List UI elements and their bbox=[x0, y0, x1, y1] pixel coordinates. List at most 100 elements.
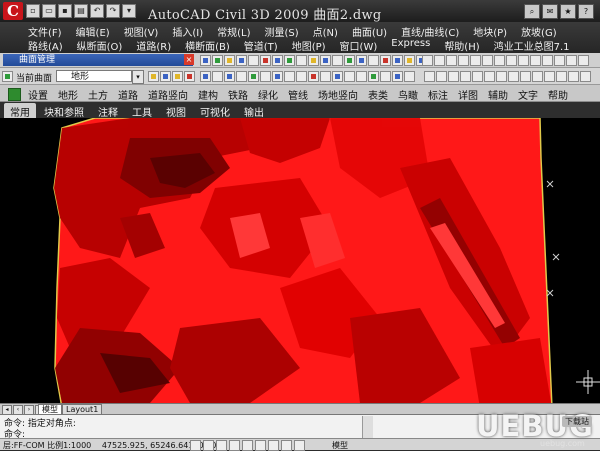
snap-icon[interactable] bbox=[436, 71, 447, 82]
civil-menu-icon[interactable] bbox=[8, 88, 21, 101]
dyn-toggle-icon[interactable] bbox=[281, 440, 292, 451]
civil-menu-tables[interactable]: 表类 bbox=[368, 87, 388, 102]
civil-menu-road-vertical[interactable]: 道路竖向 bbox=[148, 87, 188, 102]
snap-icon[interactable] bbox=[508, 71, 519, 82]
save-icon[interactable]: ▪ bbox=[58, 4, 72, 18]
toolbar-icon[interactable] bbox=[248, 55, 259, 66]
break-icon[interactable] bbox=[332, 71, 343, 82]
civil-menu-text[interactable]: 文字 bbox=[518, 87, 538, 102]
block-icon[interactable] bbox=[506, 55, 517, 66]
menu-alignments[interactable]: 路线(A) bbox=[28, 38, 63, 53]
scale-icon[interactable] bbox=[284, 71, 295, 82]
open-icon[interactable]: ▭ bbox=[42, 4, 56, 18]
circle-icon[interactable] bbox=[470, 55, 481, 66]
rectangle-icon[interactable] bbox=[446, 55, 457, 66]
app-logo[interactable]: C bbox=[3, 2, 23, 20]
close-icon[interactable]: × bbox=[184, 54, 194, 65]
menu-hongye[interactable]: 鸿业工业总图7.1 bbox=[494, 38, 570, 53]
otrack-toggle-icon[interactable] bbox=[255, 440, 266, 451]
layer-icon[interactable] bbox=[172, 71, 183, 82]
menu-file[interactable]: 文件(F) bbox=[28, 24, 62, 39]
toolbar-icon[interactable] bbox=[284, 55, 295, 66]
toolbar-icon[interactable] bbox=[272, 55, 283, 66]
undo-icon[interactable]: ↶ bbox=[90, 4, 104, 18]
civil-menu-site-vertical[interactable]: 场地竖向 bbox=[318, 87, 358, 102]
menu-sections[interactable]: 横断面(B) bbox=[185, 38, 230, 53]
move-icon[interactable] bbox=[260, 71, 271, 82]
layer-icon[interactable] bbox=[184, 71, 195, 82]
snap-icon[interactable] bbox=[568, 71, 579, 82]
menu-pipes[interactable]: 管道(T) bbox=[244, 38, 278, 53]
fillet-icon[interactable] bbox=[368, 71, 379, 82]
toolbar-icon[interactable] bbox=[260, 55, 271, 66]
menu-express[interactable]: Express bbox=[391, 38, 430, 53]
civil-menu-railway[interactable]: 铁路 bbox=[228, 87, 248, 102]
command-scrollbar[interactable] bbox=[362, 416, 373, 438]
star-icon[interactable]: ★ bbox=[560, 4, 576, 19]
toolbar-icon[interactable] bbox=[332, 55, 343, 66]
menu-survey[interactable]: 测量(S) bbox=[264, 24, 298, 39]
snap-icon[interactable] bbox=[448, 71, 459, 82]
toolbar-icon[interactable] bbox=[368, 55, 379, 66]
civil-menu-pipelines[interactable]: 管线 bbox=[288, 87, 308, 102]
menu-window[interactable]: 窗口(W) bbox=[340, 38, 378, 53]
layer-icon[interactable] bbox=[148, 71, 159, 82]
toolbar-icon[interactable] bbox=[224, 55, 235, 66]
civil-menu-annotation[interactable]: 标注 bbox=[428, 87, 448, 102]
ellipse-icon[interactable] bbox=[494, 55, 505, 66]
drawing-canvas[interactable] bbox=[0, 118, 600, 403]
toolbar-icon[interactable] bbox=[404, 55, 415, 66]
offset-icon[interactable] bbox=[236, 71, 247, 82]
comm-icon[interactable]: ✉ bbox=[542, 4, 558, 19]
ducs-toggle-icon[interactable] bbox=[268, 440, 279, 451]
text-icon[interactable] bbox=[554, 55, 565, 66]
stretch-icon[interactable] bbox=[296, 71, 307, 82]
toolbar-icon[interactable] bbox=[200, 55, 211, 66]
toolbar-icon[interactable] bbox=[212, 55, 223, 66]
civil-menu-terrain[interactable]: 地形 bbox=[58, 87, 78, 102]
snap-icon[interactable] bbox=[472, 71, 483, 82]
menu-corridors[interactable]: 道路(R) bbox=[136, 38, 171, 53]
civil-menu-road[interactable]: 道路 bbox=[118, 87, 138, 102]
line-icon[interactable] bbox=[422, 55, 433, 66]
arc-icon[interactable] bbox=[458, 55, 469, 66]
redo-icon[interactable]: ↷ bbox=[106, 4, 120, 18]
osnap-toggle-icon[interactable] bbox=[242, 440, 253, 451]
snap-icon[interactable] bbox=[532, 71, 543, 82]
civil-menu-detail[interactable]: 详图 bbox=[458, 87, 478, 102]
menu-help[interactable]: 帮助(H) bbox=[444, 38, 479, 53]
menu-surfaces[interactable]: 曲面(U) bbox=[352, 24, 387, 39]
civil-menu-greening[interactable]: 绿化 bbox=[258, 87, 278, 102]
snap-icon[interactable] bbox=[460, 71, 471, 82]
surface-toggle-icon[interactable] bbox=[2, 71, 13, 82]
snap-icon[interactable] bbox=[484, 71, 495, 82]
spline-icon[interactable] bbox=[482, 55, 493, 66]
trim-icon[interactable] bbox=[308, 71, 319, 82]
civil-menu-aerial[interactable]: 鸟瞰 bbox=[398, 87, 418, 102]
menu-grading[interactable]: 放坡(G) bbox=[521, 24, 557, 39]
lwt-toggle-icon[interactable] bbox=[294, 440, 305, 451]
civil-menu-settings[interactable]: 设置 bbox=[28, 87, 48, 102]
snap-icon[interactable] bbox=[496, 71, 507, 82]
menu-general[interactable]: 常规(L) bbox=[217, 24, 250, 39]
toolbar-icon[interactable] bbox=[296, 55, 307, 66]
hatch-icon[interactable] bbox=[518, 55, 529, 66]
civil-menu-help[interactable]: 帮助 bbox=[548, 87, 568, 102]
snap-icon[interactable] bbox=[520, 71, 531, 82]
toolbar-icon[interactable] bbox=[236, 55, 247, 66]
print-icon[interactable]: ▤ bbox=[74, 4, 88, 18]
layer-icon[interactable] bbox=[160, 71, 171, 82]
copy-icon[interactable] bbox=[212, 71, 223, 82]
search-icon[interactable]: ⌕ bbox=[524, 4, 540, 19]
current-surface-select[interactable]: 地形 bbox=[56, 70, 132, 82]
erase-icon[interactable] bbox=[200, 71, 211, 82]
snap-icon[interactable] bbox=[580, 71, 591, 82]
menu-points[interactable]: 点(N) bbox=[313, 24, 338, 39]
explode-icon[interactable] bbox=[380, 71, 391, 82]
point-icon[interactable] bbox=[566, 55, 577, 66]
menu-lines-curves[interactable]: 直线/曲线(C) bbox=[401, 24, 459, 39]
civil-menu-auxiliary[interactable]: 辅助 bbox=[488, 87, 508, 102]
grid-toggle-icon[interactable] bbox=[203, 440, 214, 451]
snap-toggle-icon[interactable] bbox=[190, 440, 201, 451]
menu-edit[interactable]: 编辑(E) bbox=[76, 24, 110, 39]
